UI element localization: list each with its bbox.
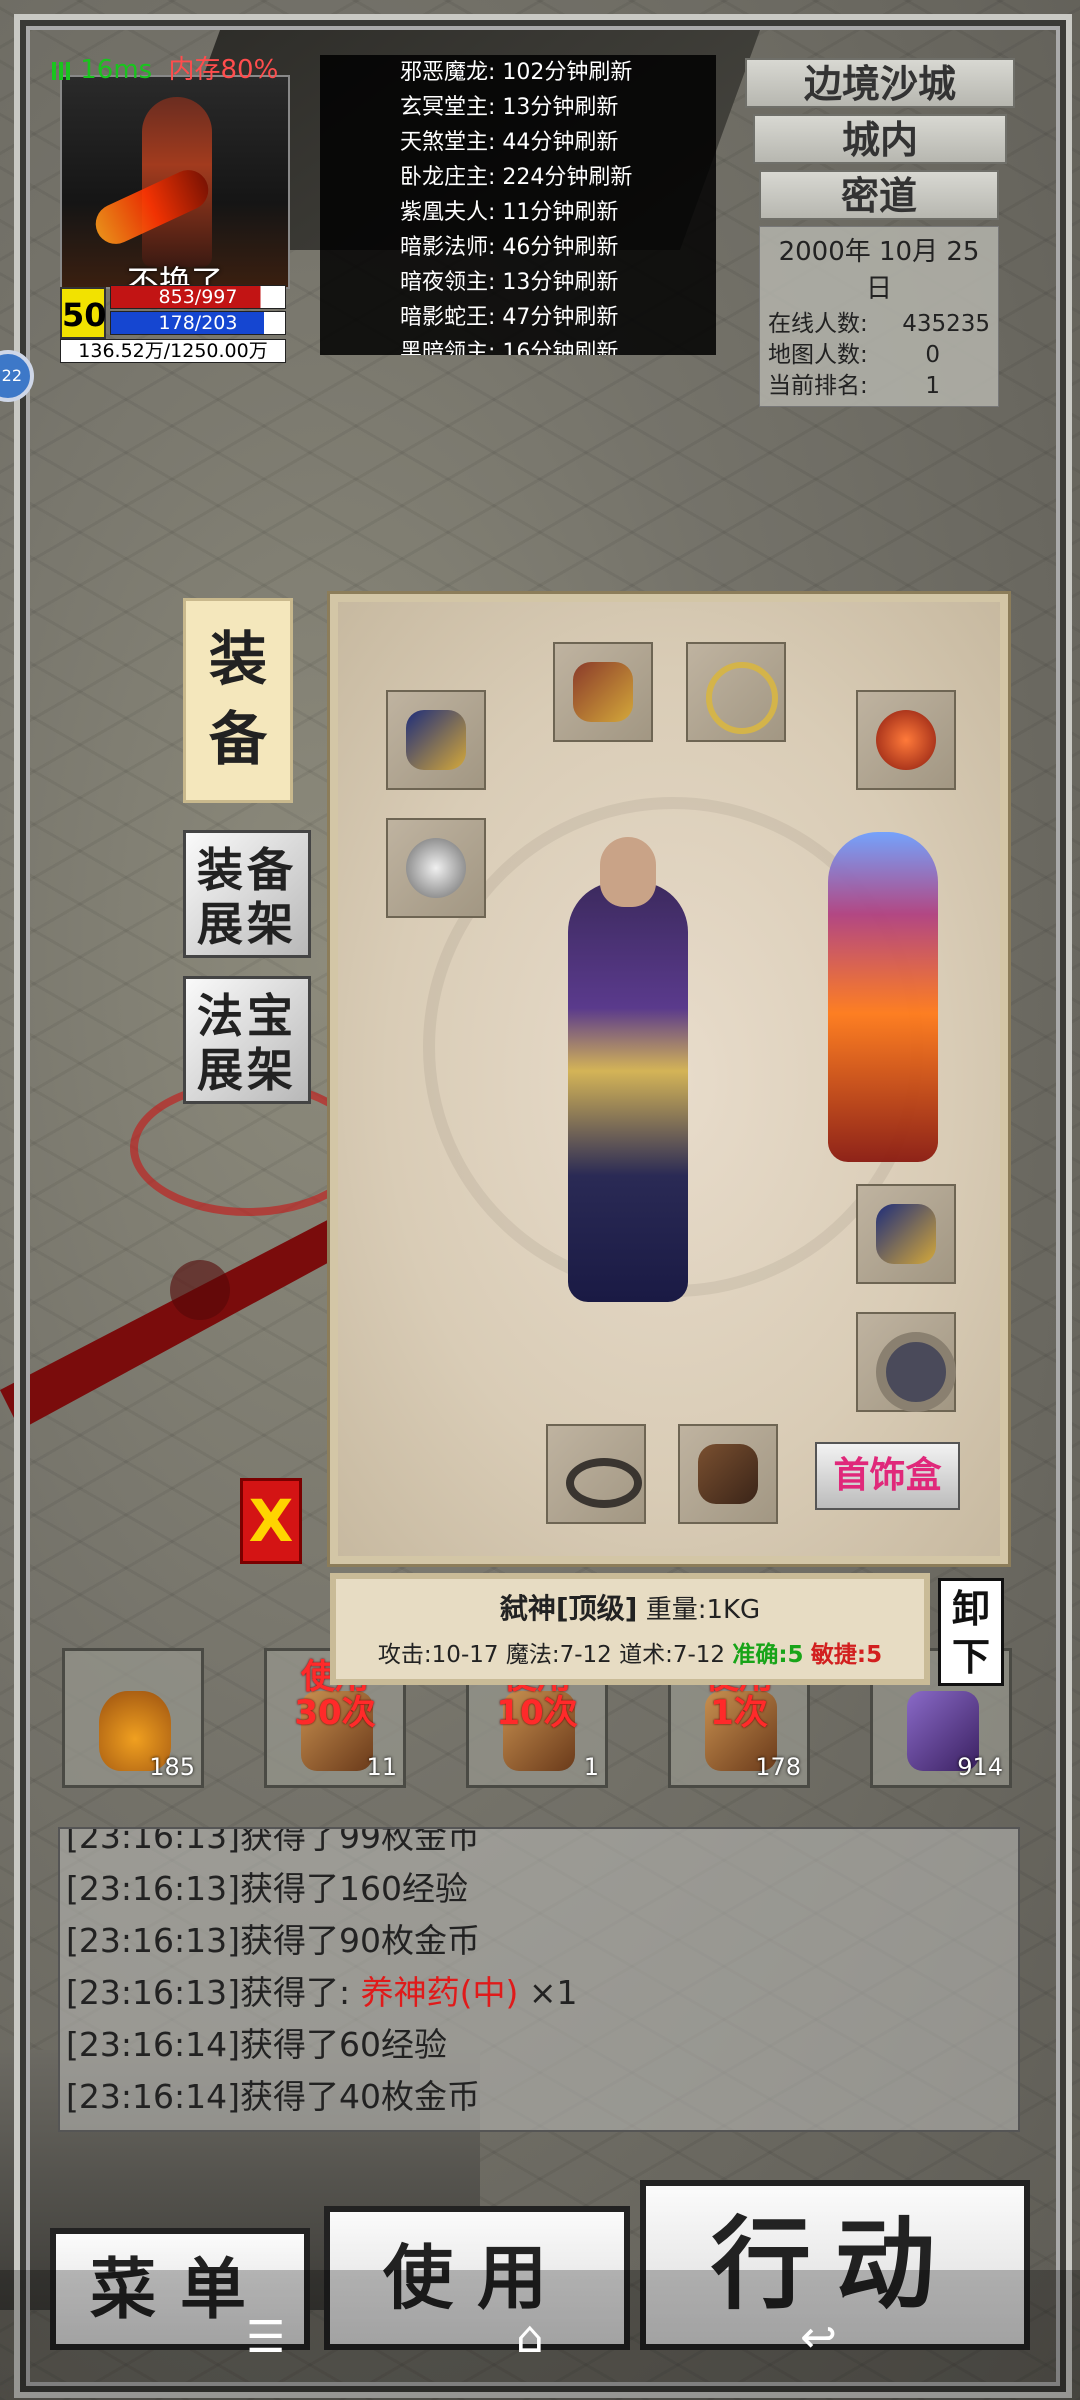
use-times: 1次: [710, 1693, 768, 1733]
unequip-button[interactable]: 卸下: [938, 1578, 1004, 1686]
log-line: [23:16:14]获得了60经验: [60, 2019, 1018, 2071]
item-weight: 重量:1KG: [645, 1595, 761, 1625]
home-icon[interactable]: ⌂: [516, 2312, 544, 2363]
online-value: 435235: [902, 311, 990, 337]
slot-necklace[interactable]: [686, 642, 786, 742]
equipment-panel: 首饰盒: [330, 594, 1008, 1564]
boss-refresh-list[interactable]: 邪恶魔龙: 102分钟刷新 玄冥堂主: 13分钟刷新 天煞堂主: 44分钟刷新 …: [320, 55, 716, 355]
hp-bar: 853/997: [110, 285, 286, 309]
mp-bar: 178/203: [110, 311, 286, 335]
item-count: 1: [583, 1753, 599, 1781]
belt-icon: [566, 1458, 642, 1508]
avatar-head: [600, 837, 656, 907]
bracelet-icon: [406, 710, 466, 770]
slot-bracelet-left[interactable]: [386, 690, 486, 790]
character-panel[interactable]: 不换了 16ms 内存80% 50 853/997 178/203 136.52…: [52, 55, 290, 363]
game-date: 2000年 10月 25日: [778, 237, 980, 304]
sub-area-button[interactable]: 密道: [759, 170, 999, 220]
slot-boots[interactable]: [678, 1424, 778, 1524]
memory-text: 内存80%: [168, 55, 279, 85]
map-count-value: 0: [925, 342, 940, 368]
log-text: [23:16:13]获得了90枚金币: [66, 1921, 480, 1960]
item-agility: 敏捷:5: [810, 1642, 883, 1668]
item-info-panel: 弑神[顶级] 重量:1KG 攻击:10-17 魔法:7-12 道术:7-12 准…: [330, 1573, 930, 1685]
exp-bar: 136.52万/1250.00万: [60, 339, 286, 363]
log-tail: ×1: [518, 1973, 578, 2012]
item-count: 914: [957, 1753, 1003, 1781]
medal-icon: [876, 710, 936, 770]
bracelet-icon: [876, 1204, 936, 1264]
boss-row: 卧龙庄主: 224分钟刷新: [400, 165, 633, 190]
item-magic: 魔法:7-12: [505, 1642, 612, 1668]
necklace-icon: [706, 662, 778, 734]
slot-medal[interactable]: [856, 690, 956, 790]
log-line: [23:16:13]获得了: 养神药(中) ×1: [60, 1967, 1018, 2019]
helmet-icon: [573, 662, 633, 722]
slot-helmet[interactable]: [553, 642, 653, 742]
boss-row: 暗影法师: 46分钟刷新: [400, 235, 619, 260]
armor: [568, 882, 688, 1302]
signal-icon: [52, 61, 72, 80]
use-times: 10次: [496, 1693, 578, 1733]
log-highlight: 养神药(中): [360, 1973, 519, 2012]
item-accuracy: 准确:5: [732, 1642, 804, 1668]
boss-row: 暗影蛇王: 47分钟刷新: [400, 305, 619, 330]
rank-value: 1: [925, 373, 940, 399]
slot-bracelet-right[interactable]: [856, 1184, 956, 1284]
location-info: 2000年 10月 25日 在线人数: 435235 地图人数: 0 当前排名: 1: [759, 226, 999, 407]
log-text: [23:16:14]获得了40枚金币: [66, 2077, 480, 2116]
ring-icon: [876, 1332, 956, 1412]
boots-icon: [698, 1444, 758, 1504]
boss-row: 天煞堂主: 44分钟刷新: [400, 130, 619, 155]
log-text: [23:16:14]获得了60经验: [66, 2025, 447, 2064]
rank-label: 当前排名:: [768, 373, 868, 399]
boss-row: 紫凰夫人: 11分钟刷新: [400, 200, 619, 225]
slot-charm[interactable]: [386, 818, 486, 918]
network-status: 16ms 内存80%: [52, 49, 278, 86]
log-text: [23:16:13]获得了99枚金币: [66, 1827, 480, 1856]
character-portrait[interactable]: 不换了: [60, 75, 290, 289]
slot-ring[interactable]: [856, 1312, 956, 1412]
boss-row: 暗夜领主: 13分钟刷新: [400, 270, 619, 295]
menu-icon[interactable]: ☰: [246, 2312, 285, 2363]
message-log[interactable]: [23:16:13]获得了99枚金币 [23:16:13]获得了160经验 [2…: [58, 1827, 1020, 2132]
ping-text: 16ms: [80, 55, 153, 85]
tab-treasure-display[interactable]: 法宝展架: [183, 976, 311, 1104]
back-icon[interactable]: ↩: [800, 2312, 837, 2363]
item-name: 弑神[顶级]: [499, 1592, 638, 1625]
location-panel: 边境沙城 城内 密道 2000年 10月 25日 在线人数: 435235 地图人…: [745, 58, 1015, 407]
area-button[interactable]: 城内: [753, 114, 1007, 164]
log-line: [23:16:14]获得了40枚金币: [60, 2071, 1018, 2123]
item-count: 178: [755, 1753, 801, 1781]
tab-equip-display[interactable]: 装备展架: [183, 830, 311, 958]
item-count: 11: [366, 1753, 397, 1781]
equipped-weapon[interactable]: [828, 832, 938, 1162]
item-attack: 攻击:10-17: [377, 1642, 499, 1668]
boss-row: 玄冥堂主: 13分钟刷新: [400, 95, 619, 120]
character-avatar[interactable]: [528, 822, 728, 1372]
log-line: [23:16:13]获得了99枚金币: [60, 1827, 1018, 1863]
log-text: [23:16:13]获得了160经验: [66, 1869, 468, 1908]
tab-equip[interactable]: 装备: [183, 598, 293, 803]
map-count-label: 地图人数:: [768, 342, 868, 368]
item-slot[interactable]: 185: [62, 1648, 204, 1788]
charm-icon: [406, 838, 466, 898]
log-line: [23:16:13]获得了160经验: [60, 1863, 1018, 1915]
boss-row: 邪恶魔龙: 102分钟刷新: [400, 60, 633, 85]
log-line: [23:16:13]获得了90枚金币: [60, 1915, 1018, 1967]
level-badge: 50: [60, 287, 107, 339]
boss-row: 黑暗领主: 16分钟刷新: [400, 340, 619, 355]
item-tao: 道术:7-12: [619, 1642, 726, 1668]
log-text: [23:16:13]获得了:: [66, 1973, 361, 2012]
item-count: 185: [149, 1753, 195, 1781]
slot-belt[interactable]: [546, 1424, 646, 1524]
close-button[interactable]: X: [240, 1478, 302, 1564]
jewel-box-button[interactable]: 首饰盒: [815, 1442, 960, 1510]
online-label: 在线人数:: [768, 311, 868, 337]
zone-button[interactable]: 边境沙城: [745, 58, 1015, 108]
use-times: 30次: [294, 1693, 376, 1733]
